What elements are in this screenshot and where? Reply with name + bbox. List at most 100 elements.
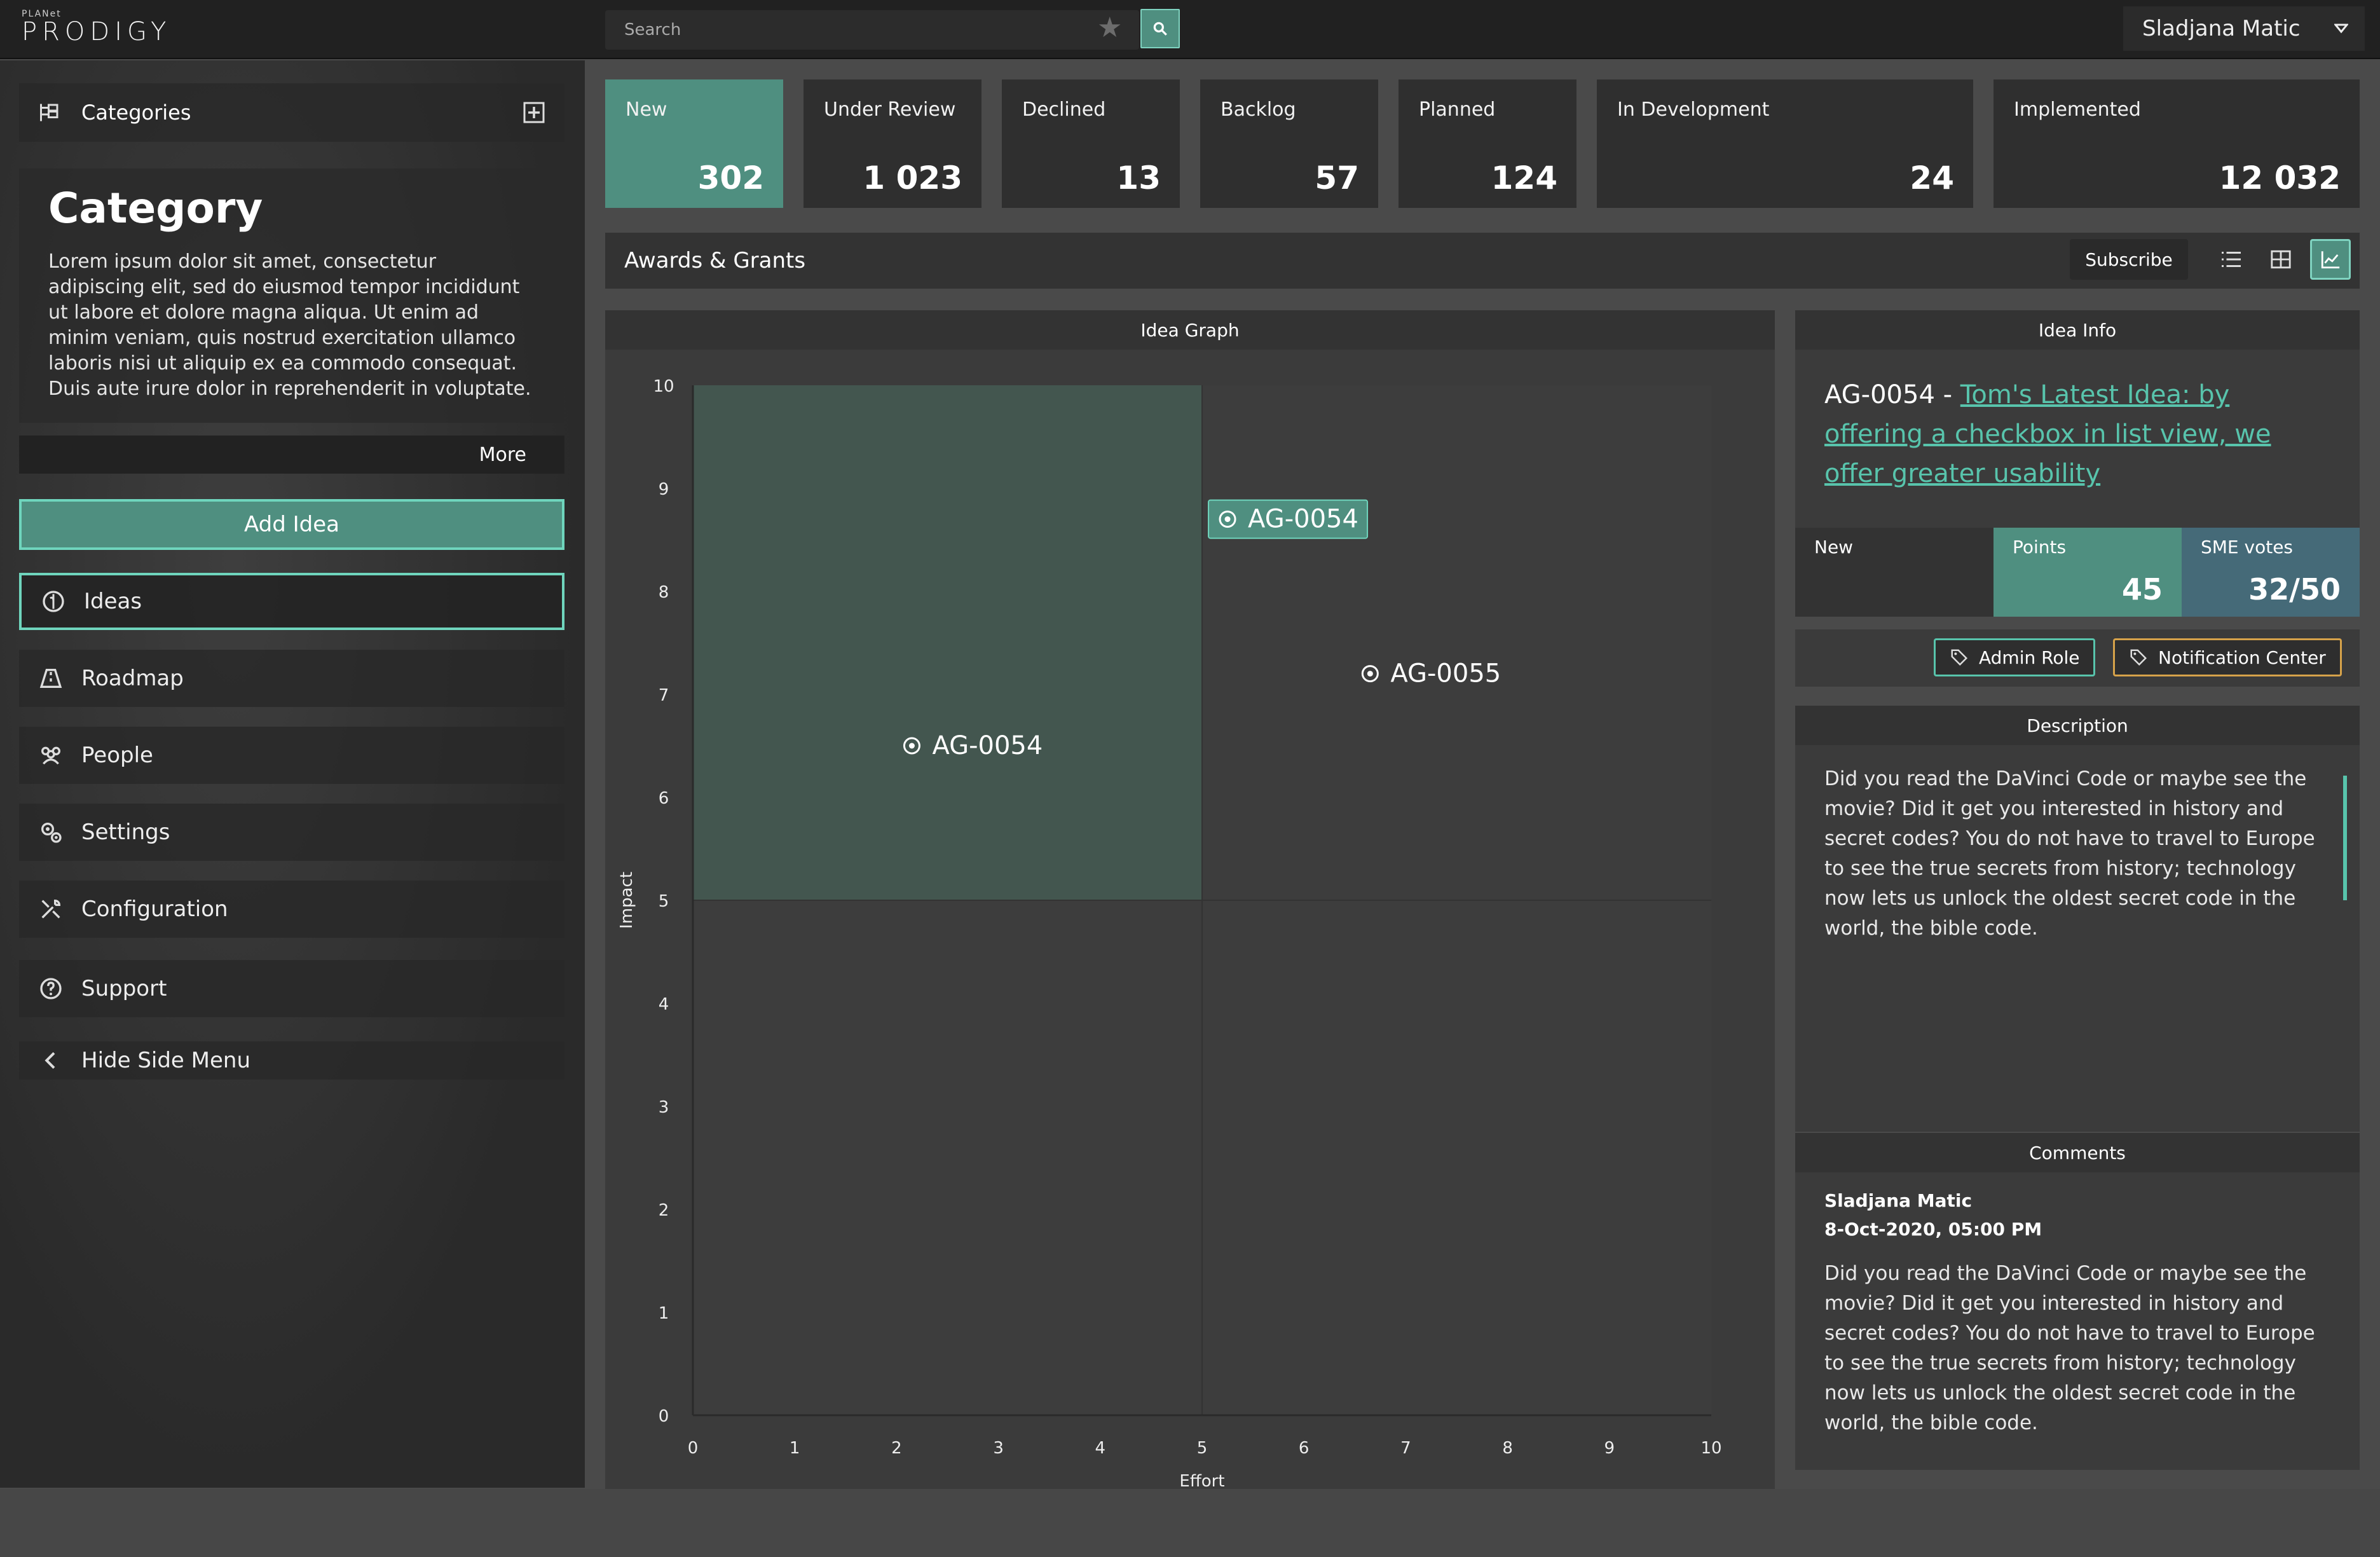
status-count: 57 [1315,160,1359,196]
more-label: More [479,443,526,466]
x-axis-label: Effort [1179,1472,1224,1491]
y-tick-label: 3 [659,1098,669,1117]
y-tick-label: 7 [659,686,669,705]
status-label: Declined [1022,99,1106,121]
status-card-in-development[interactable]: In Development 24 [1597,79,1973,208]
status-label: Under Review [824,99,956,121]
idea-id: AG-0054 - [1824,380,1960,409]
y-tick-label: 5 [659,892,669,911]
description-scrollbar[interactable] [2343,776,2347,900]
settings-icon [41,823,62,843]
status-label: Implemented [2014,99,2141,121]
tag-admin-role[interactable]: Admin Role [1934,638,2096,676]
tag-label: Notification Center [2158,647,2326,668]
search-input[interactable] [605,10,1101,50]
y-tick-label: 9 [659,480,669,499]
categories-header[interactable]: Categories [19,83,564,142]
y-tick-label: 2 [659,1201,669,1220]
x-tick-label: 2 [891,1439,902,1458]
logo-main-text: PRODIGY [22,17,172,46]
idea-point-label[interactable]: AG-0054 [932,731,1043,760]
chart-view-icon [2321,251,2340,269]
sidebar-item-roadmap[interactable]: Roadmap [19,650,564,707]
status-card-planned[interactable]: Planned 124 [1399,79,1576,208]
x-tick-label: 9 [1604,1439,1615,1458]
x-tick-label: 6 [1299,1439,1310,1458]
sidebar-item-settings[interactable]: Settings [19,804,564,861]
list-view-button[interactable] [2211,239,2252,280]
status-count: 124 [1491,160,1557,196]
idea-point-dot [1367,671,1373,677]
status-label: Backlog [1221,99,1296,121]
description-text: Did you read the DaVinci Code or maybe s… [1824,767,2315,940]
subscribe-label: Subscribe [2085,249,2173,270]
add-idea-button[interactable]: Add Idea [19,499,564,550]
x-tick-label: 0 [688,1439,699,1458]
subscribe-button[interactable]: Subscribe [2070,239,2188,280]
sme-votes-value: 32/50 [2248,572,2341,607]
sidebar-item-label: Configuration [81,896,228,922]
add-category-icon[interactable] [523,101,545,124]
search-button[interactable] [1140,9,1180,48]
points-value: 45 [2121,572,2163,607]
status-card-implemented[interactable]: Implemented 12 032 [1994,79,2360,208]
star-icon[interactable]: ★ [1097,14,1122,42]
status-count: 24 [1910,160,1954,196]
tag-icon [2130,649,2147,666]
x-tick-label: 1 [790,1439,800,1458]
sidebar-item-label: Settings [81,820,170,845]
sidebar-item-label: Roadmap [81,666,184,691]
idea-info-title: Idea Info [2038,319,2117,341]
grid-view-button[interactable] [2260,239,2301,280]
points-box: Points 45 [1994,528,2182,617]
more-button[interactable]: More [19,436,564,474]
sme-votes-box: SME votes 32/50 [2182,528,2360,617]
comments-panel: Comments Sladjana Matic 8-Oct-2020, 05:0… [1795,1133,2360,1470]
status-label: Planned [1419,99,1496,121]
sidebar-item-label: People [81,743,153,768]
logo[interactable]: PLANet PRODIGY [22,9,171,45]
category-card: Category Lorem ipsum dolor sit amet, con… [19,168,564,423]
idea-point-label[interactable]: AG-0054 [1248,505,1358,534]
user-menu[interactable]: Sladjana Matic [2123,6,2365,51]
category-tree-icon [40,104,58,121]
idea-point-dot [1224,516,1231,523]
category-description: Lorem ipsum dolor sit amet, consectetur … [48,250,531,400]
status-count: 1 023 [863,160,962,196]
ideas-icon [43,591,64,612]
user-name: Sladjana Matic [2142,16,2301,41]
hide-side-menu-button[interactable]: Hide Side Menu [19,1041,564,1080]
highlight-quadrant [693,385,1202,900]
comments-title: Comments [2029,1142,2126,1163]
y-tick-label: 0 [659,1407,669,1426]
graph-view-button[interactable] [2310,239,2351,280]
description-title: Description [2027,715,2128,736]
list-title: Awards & Grants [624,248,806,273]
categories-label: Categories [81,100,191,125]
list-view-icon [2222,252,2241,267]
tag-label: Admin Role [1979,647,2080,668]
sidebar-item-configuration[interactable]: Configuration [19,881,564,938]
description-header: Description [1795,706,2360,745]
comment-text: Did you read the DaVinci Code or maybe s… [1824,1262,2315,1434]
idea-graph-chart: 0 1 2 3 4 5 6 7 8 9 10 0 1 2 3 4 5 6 7 8 9 10 Effort Impact AG-0… [617,377,1722,1491]
sidebar-item-support[interactable]: Support [19,960,564,1017]
status-card-new[interactable]: New 302 [605,79,783,208]
idea-point-label[interactable]: AG-0055 [1390,659,1501,689]
status-card-backlog[interactable]: Backlog 57 [1200,79,1378,208]
sidebar-item-people[interactable]: People [19,727,564,784]
idea-info-header: Idea Info [1795,310,2360,350]
idea-graph-title: Idea Graph [1140,319,1240,341]
status-card-under-review[interactable]: Under Review 1 023 [804,79,981,208]
status-label: In Development [1617,99,1770,121]
tag-notification-center[interactable]: Notification Center [2113,638,2342,676]
status-label: New [626,99,667,121]
sidebar-item-ideas[interactable]: Ideas [19,573,564,630]
sidebar: Categories Category Lorem ipsum dolor si… [0,60,585,1488]
y-axis-label: Impact [617,872,636,929]
idea-point-dot [908,743,915,749]
status-card-declined[interactable]: Declined 13 [1002,79,1180,208]
idea-graph-header: Idea Graph [605,310,1775,350]
tags-row: Admin Role Notification Center [1795,629,2360,687]
y-tick-label: 10 [653,377,674,396]
